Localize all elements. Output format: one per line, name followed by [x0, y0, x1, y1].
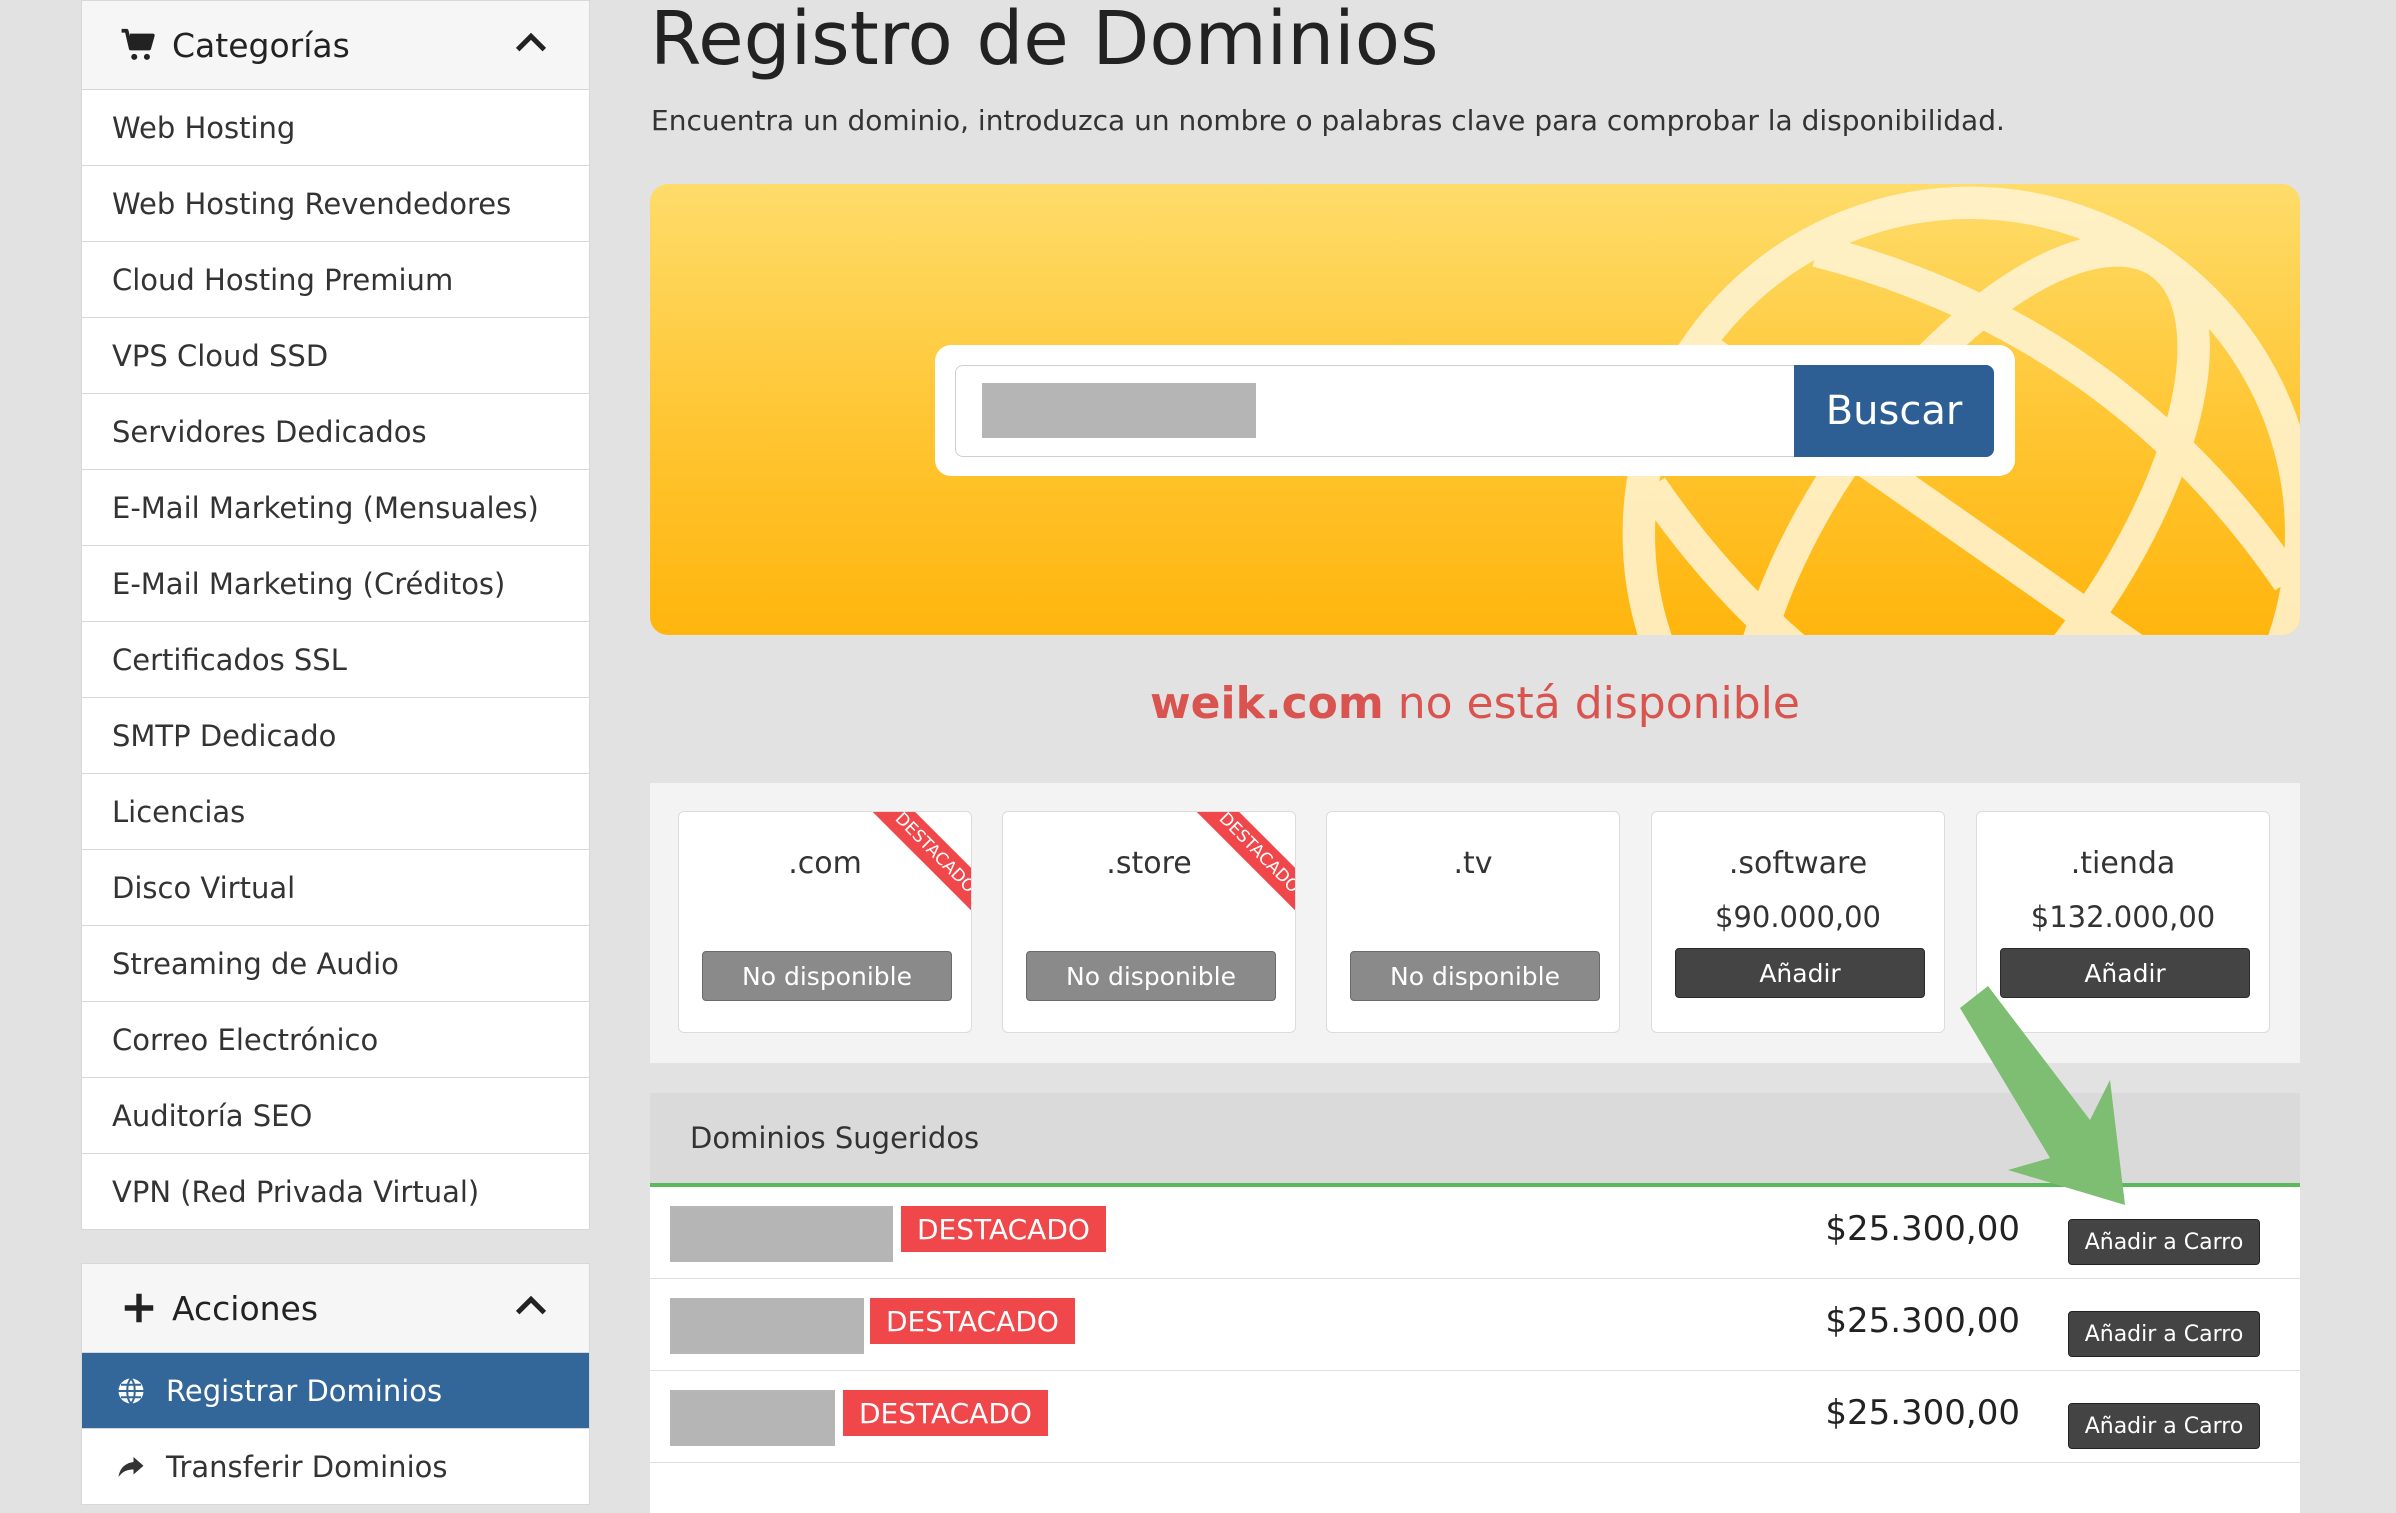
category-disco-virtual[interactable]: Disco Virtual: [82, 850, 589, 926]
category-label: VPS Cloud SSD: [112, 338, 329, 373]
category-vpn[interactable]: VPN (Red Privada Virtual): [82, 1154, 589, 1229]
tld-name: .software: [1728, 846, 1868, 881]
category-label: Certificados SSL: [112, 642, 347, 677]
tld-name: .tv: [1453, 846, 1493, 881]
category-correo-electronico[interactable]: Correo Electrónico: [82, 1002, 589, 1078]
category-label: SMTP Dedicado: [112, 718, 337, 753]
unavailable-button[interactable]: No disponible: [1350, 951, 1600, 1001]
add-button[interactable]: Añadir: [1675, 948, 1925, 998]
search-button[interactable]: Buscar: [1794, 365, 1994, 457]
category-label: Auditoría SEO: [112, 1098, 313, 1133]
add-to-cart-button[interactable]: Añadir a Carro: [2068, 1403, 2260, 1449]
unavailable-button[interactable]: No disponible: [702, 951, 952, 1001]
category-licencias[interactable]: Licencias: [82, 774, 589, 850]
availability-message: weik.com no está disponible: [650, 678, 2300, 729]
category-web-hosting-revendedores[interactable]: Web Hosting Revendedores: [82, 166, 589, 242]
categories-panel: Categorías Web Hosting Web Hosting Reven…: [81, 0, 590, 1230]
tld-name: .store: [1106, 846, 1192, 881]
suggested-row: DESTACADO $25.300,00 Añadir a Carro: [650, 1371, 2300, 1463]
category-email-marketing-creditos[interactable]: E-Mail Marketing (Créditos): [82, 546, 589, 622]
unavailable-button[interactable]: No disponible: [1026, 951, 1276, 1001]
page-subtitle: Encuentra un dominio, introduzca un nomb…: [651, 104, 2005, 137]
actions-title: Acciones: [172, 1288, 319, 1328]
tld-card-com: DESTACADO .com No disponible: [678, 811, 972, 1033]
share-arrow-icon: [118, 1456, 144, 1477]
add-to-cart-button[interactable]: Añadir a Carro: [2068, 1311, 2260, 1357]
category-auditoria-seo[interactable]: Auditoría SEO: [82, 1078, 589, 1154]
tld-name: .tienda: [2070, 846, 2176, 881]
categories-title: Categorías: [172, 25, 350, 65]
category-label: E-Mail Marketing (Mensuales): [112, 490, 539, 525]
tld-card-store: DESTACADO .store No disponible: [1002, 811, 1296, 1033]
green-arrow-icon: [1960, 986, 2125, 1205]
tld-card-software: .software $90.000,00 Añadir: [1651, 811, 1945, 1033]
action-label: Transferir Dominios: [166, 1449, 448, 1484]
category-label: E-Mail Marketing (Créditos): [112, 566, 506, 601]
category-smtp-dedicado[interactable]: SMTP Dedicado: [82, 698, 589, 774]
add-to-cart-button[interactable]: Añadir a Carro: [2068, 1219, 2260, 1265]
categories-header[interactable]: Categorías: [82, 1, 589, 90]
action-transferir-dominios[interactable]: Transferir Dominios: [82, 1429, 589, 1505]
action-registrar-dominios[interactable]: Registrar Dominios: [82, 1353, 589, 1429]
category-cloud-hosting-premium[interactable]: Cloud Hosting Premium: [82, 242, 589, 318]
category-streaming-audio[interactable]: Streaming de Audio: [82, 926, 589, 1002]
chevron-up-icon[interactable]: [511, 23, 551, 63]
action-label: Registrar Dominios: [166, 1373, 443, 1408]
featured-badge: DESTACADO: [870, 1298, 1075, 1344]
shopping-cart-icon: [121, 28, 155, 60]
tld-price: $132.000,00: [2030, 900, 2216, 934]
category-label: Cloud Hosting Premium: [112, 262, 454, 297]
domain-price: $25.300,00: [1825, 1301, 2020, 1341]
featured-badge: DESTACADO: [901, 1206, 1106, 1252]
chevron-up-icon[interactable]: [511, 1286, 551, 1326]
category-web-hosting[interactable]: Web Hosting: [82, 90, 589, 166]
tld-name: .com: [788, 846, 862, 881]
tld-price: $90.000,00: [1714, 900, 1882, 934]
search-banner: Buscar: [650, 184, 2300, 635]
plus-icon: [124, 1293, 154, 1323]
redacted-domain: [670, 1298, 864, 1354]
category-label: Licencias: [112, 794, 246, 829]
category-email-marketing-mensuales[interactable]: E-Mail Marketing (Mensuales): [82, 470, 589, 546]
actions-header[interactable]: Acciones: [82, 1264, 589, 1353]
category-certificados-ssl[interactable]: Certificados SSL: [82, 622, 589, 698]
category-label: Servidores Dedicados: [112, 414, 427, 449]
category-label: Streaming de Audio: [112, 946, 399, 981]
domain-price: $25.300,00: [1825, 1209, 2020, 1249]
redacted-text: [982, 383, 1256, 438]
search-box: Buscar: [935, 345, 2015, 476]
category-servidores-dedicados[interactable]: Servidores Dedicados: [82, 394, 589, 470]
domain-price: $25.300,00: [1825, 1393, 2020, 1433]
category-label: VPN (Red Privada Virtual): [112, 1174, 480, 1209]
suggested-row: DESTACADO $25.300,00 Añadir a Carro: [650, 1279, 2300, 1371]
category-vps-cloud-ssd[interactable]: VPS Cloud SSD: [82, 318, 589, 394]
category-label: Correo Electrónico: [112, 1022, 379, 1057]
domain-search-input[interactable]: [955, 365, 1794, 457]
page-title: Registro de Dominios: [650, 0, 1439, 82]
searched-domain: weik.com: [1150, 678, 1384, 729]
category-label: Disco Virtual: [112, 870, 296, 905]
category-label: Web Hosting Revendedores: [112, 186, 512, 221]
redacted-domain: [670, 1206, 893, 1262]
redacted-domain: [670, 1390, 835, 1446]
availability-text: no está disponible: [1383, 678, 1800, 729]
featured-badge: DESTACADO: [843, 1390, 1048, 1436]
actions-panel: Acciones Registrar Dominios Transferir D…: [81, 1263, 590, 1505]
globe-icon: [118, 1377, 144, 1404]
tld-card-tv: .tv No disponible: [1326, 811, 1620, 1033]
category-label: Web Hosting: [112, 110, 296, 145]
